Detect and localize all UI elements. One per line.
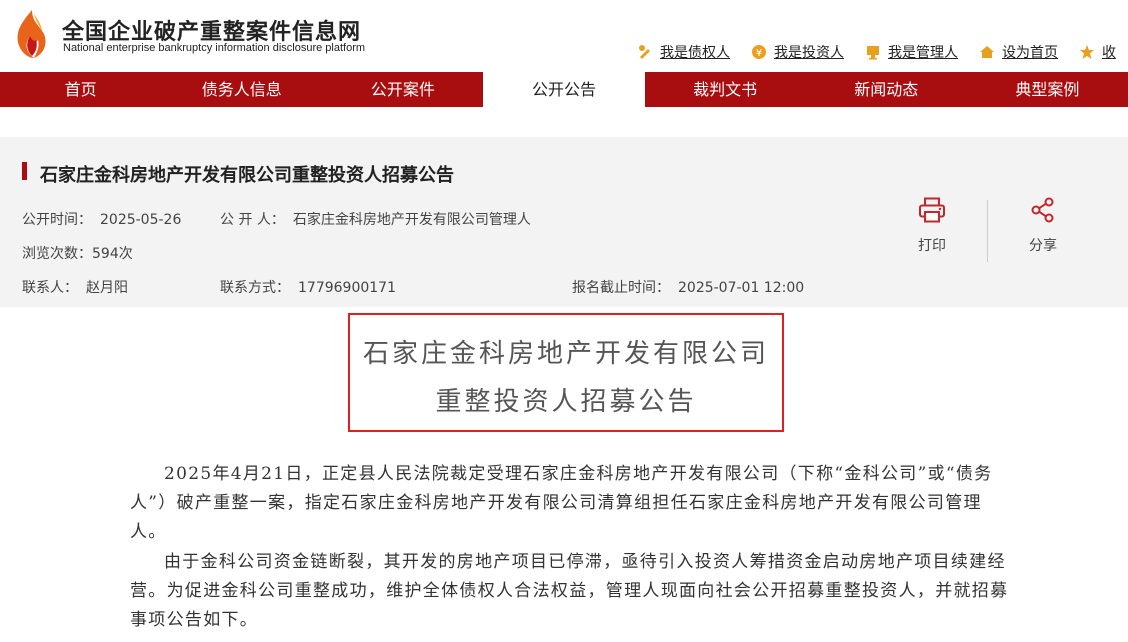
- share-label: 分享: [1029, 238, 1057, 254]
- investor-icon: ¥: [750, 43, 768, 61]
- publish-time-value: 2025-05-26: [100, 212, 182, 228]
- toplink-label: 我是管理人: [888, 45, 958, 61]
- publisher: 公 开 人： 石家庄金科房地产开发有限公司管理人: [220, 209, 531, 229]
- publish-time-label: 公开时间：: [22, 212, 92, 228]
- notice-title: 石家庄金科房地产开发有限公司重整投资人招募公告: [40, 165, 454, 186]
- contact-person: 联系人： 赵月阳: [22, 277, 128, 297]
- nav-typical-cases[interactable]: 典型案例: [967, 72, 1128, 107]
- notice-actions: 打印 分享: [877, 197, 1098, 262]
- flame-logo-icon[interactable]: [12, 8, 48, 60]
- toplink-homepage[interactable]: 设为首页: [978, 42, 1058, 62]
- nav-public-cases[interactable]: 公开案件: [322, 72, 483, 107]
- contact-label: 联系人：: [22, 280, 78, 296]
- creditor-icon: [636, 43, 654, 61]
- phone-value: 17796900171: [298, 280, 396, 296]
- publish-time: 公开时间： 2025-05-26: [22, 209, 181, 229]
- main-nav: 首页 债务人信息 公开案件 公开公告 裁判文书 新闻动态 典型案例: [0, 72, 1128, 107]
- deadline-value: 2025-07-01 12:00: [678, 280, 805, 296]
- toplink-manager[interactable]: 我是管理人: [864, 42, 958, 62]
- contact-phone: 联系方式： 17796900171: [220, 277, 396, 297]
- site-header: 全国企业破产重整案件信息网 National enterprise bankru…: [0, 0, 1128, 72]
- print-button[interactable]: 打印: [877, 197, 987, 262]
- share-icon: [1031, 197, 1054, 223]
- svg-text:¥: ¥: [756, 48, 762, 59]
- toplink-label: 收: [1102, 45, 1116, 61]
- share-button[interactable]: 分享: [988, 197, 1098, 262]
- view-count-value: 594次: [92, 246, 133, 262]
- contact-value: 赵月阳: [86, 280, 128, 296]
- document-body: 2025年4月21日，正定县人民法院裁定受理石家庄金科房地产开发有限公司（下称“…: [130, 460, 1010, 636]
- printer-icon: [919, 197, 945, 223]
- print-label: 打印: [918, 238, 946, 254]
- toplink-creditor[interactable]: 我是债权人: [636, 42, 730, 62]
- publisher-value: 石家庄金科房地产开发有限公司管理人: [292, 212, 531, 228]
- nav-debtor-info[interactable]: 债务人信息: [161, 72, 322, 107]
- site-subtitle: National enterprise bankruptcy informati…: [63, 42, 366, 54]
- view-count: 浏览次数：594次: [22, 243, 133, 263]
- home-icon: [978, 43, 996, 61]
- view-count-label: 浏览次数：: [22, 246, 92, 262]
- nav-news[interactable]: 新闻动态: [806, 72, 967, 107]
- nav-public-notices[interactable]: 公开公告: [483, 72, 645, 107]
- toplink-favorite[interactable]: 收: [1078, 42, 1116, 62]
- manager-icon: [864, 43, 882, 61]
- toplink-investor[interactable]: ¥ 我是投资人: [750, 42, 844, 62]
- notice-info-panel: 石家庄金科房地产开发有限公司重整投资人招募公告 公开时间： 2025-05-26 …: [0, 137, 1128, 307]
- top-links: 我是债权人 ¥ 我是投资人 我是管理人 设为首页 收: [636, 42, 1128, 62]
- phone-label: 联系方式：: [220, 280, 290, 296]
- document-headline-line2: 重整投资人招募公告: [435, 387, 697, 417]
- title-accent-bar: [22, 162, 27, 180]
- document-paragraph: 2025年4月21日，正定县人民法院裁定受理石家庄金科房地产开发有限公司（下称“…: [130, 464, 993, 542]
- document-headline-box: 石家庄金科房地产开发有限公司 重整投资人招募公告: [348, 313, 784, 432]
- nav-home[interactable]: 首页: [0, 72, 161, 107]
- nav-judgments[interactable]: 裁判文书: [645, 72, 806, 107]
- toplink-label: 设为首页: [1002, 45, 1058, 61]
- toplink-label: 我是投资人: [774, 45, 844, 61]
- document-paragraph: 由于金科公司资金链断裂，其开发的房地产项目已停滞，亟待引入投资人筹措资金启动房地…: [130, 552, 1009, 630]
- publisher-label: 公 开 人：: [220, 212, 285, 228]
- star-icon: [1078, 43, 1096, 61]
- toplink-label: 我是债权人: [660, 45, 730, 61]
- registration-deadline: 报名截止时间： 2025-07-01 12:00: [572, 277, 804, 297]
- document-headline-line1: 石家庄金科房地产开发有限公司: [362, 339, 769, 369]
- deadline-label: 报名截止时间：: [572, 280, 670, 296]
